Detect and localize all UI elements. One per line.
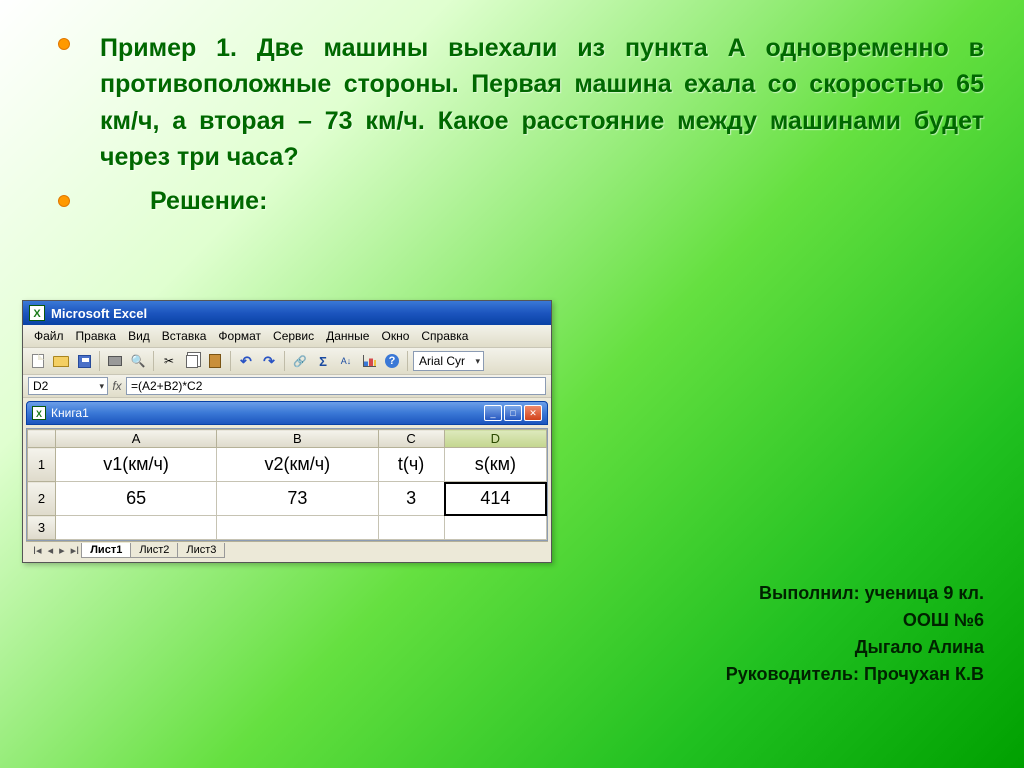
cell[interactable]: v2(км/ч) (217, 448, 378, 482)
save-button[interactable] (74, 351, 94, 371)
solution-label: Решение: (100, 187, 984, 216)
credit-line: Руководитель: Прочухан К.В (726, 661, 984, 688)
menu-data[interactable]: Данные (321, 327, 374, 345)
cell[interactable] (378, 516, 444, 540)
workbook-icon: X (32, 406, 46, 420)
menu-view[interactable]: Вид (123, 327, 155, 345)
open-icon (53, 356, 69, 367)
open-button[interactable] (51, 351, 71, 371)
credits-block: Выполнил: ученица 9 кл. ООШ №6 Дыгало Ал… (726, 580, 984, 688)
tab-nav-last[interactable]: ▸I (68, 544, 83, 557)
sheet-tab-3[interactable]: Лист3 (177, 543, 225, 558)
table-row: 1 v1(км/ч) v2(км/ч) t(ч) s(км) (28, 448, 547, 482)
cell[interactable]: 3 (378, 482, 444, 516)
bullet-icon (58, 38, 70, 50)
redo-button[interactable] (259, 351, 279, 371)
cell[interactable]: t(ч) (378, 448, 444, 482)
copy-icon (186, 355, 198, 368)
sort-button[interactable] (336, 351, 356, 371)
cell[interactable]: v1(км/ч) (56, 448, 217, 482)
help-button[interactable]: ? (382, 351, 402, 371)
cell[interactable] (56, 516, 217, 540)
sheet-tab-1[interactable]: Лист1 (81, 543, 131, 558)
problem-statement: Пример 1. Две машины выехали из пункта А… (100, 30, 984, 175)
undo-button[interactable] (236, 351, 256, 371)
menu-window[interactable]: Окно (376, 327, 414, 345)
credit-line: Выполнил: ученица 9 кл. (726, 580, 984, 607)
excel-icon: X (29, 305, 45, 321)
print-icon (108, 356, 122, 366)
tab-nav-first[interactable]: I◂ (30, 544, 45, 557)
menu-tools[interactable]: Сервис (268, 327, 319, 345)
save-icon (78, 355, 91, 368)
row-header-1[interactable]: 1 (28, 448, 56, 482)
menu-insert[interactable]: Вставка (157, 327, 212, 345)
menu-help[interactable]: Справка (416, 327, 473, 345)
cell[interactable] (217, 516, 378, 540)
copy-button[interactable] (182, 351, 202, 371)
preview-button[interactable] (128, 351, 148, 371)
paste-button[interactable] (205, 351, 225, 371)
col-header-B[interactable]: B (217, 430, 378, 448)
excel-window: X Microsoft Excel Файл Правка Вид Вставк… (22, 300, 552, 563)
formula-bar: D2 fx =(A2+B2)*C2 (23, 375, 551, 398)
fx-button[interactable]: fx (108, 379, 126, 393)
bullet-icon (58, 195, 70, 207)
hyperlink-button[interactable] (290, 351, 310, 371)
tab-nav-prev[interactable]: ◂ (45, 544, 57, 557)
tab-nav-next[interactable]: ▸ (56, 544, 68, 557)
chart-button[interactable] (359, 351, 379, 371)
print-button[interactable] (105, 351, 125, 371)
col-header-A[interactable]: A (56, 430, 217, 448)
app-titlebar[interactable]: X Microsoft Excel (23, 301, 551, 325)
menu-format[interactable]: Формат (213, 327, 266, 345)
cell[interactable]: 73 (217, 482, 378, 516)
sheet-tab-2[interactable]: Лист2 (130, 543, 178, 558)
autosum-button[interactable] (313, 351, 333, 371)
minimize-button[interactable]: _ (484, 405, 502, 421)
formula-input[interactable]: =(A2+B2)*C2 (126, 377, 546, 395)
row-header-3[interactable]: 3 (28, 516, 56, 540)
table-row: 2 65 73 3 414 (28, 482, 547, 516)
paste-icon (209, 354, 221, 368)
close-button[interactable]: ✕ (524, 405, 542, 421)
new-button[interactable] (28, 351, 48, 371)
menu-file[interactable]: Файл (29, 327, 69, 345)
font-selector[interactable]: Arial Cyr (413, 351, 484, 371)
cell[interactable] (444, 516, 546, 540)
name-box[interactable]: D2 (28, 377, 108, 395)
credit-line: Дыгало Алина (726, 634, 984, 661)
help-icon: ? (385, 354, 399, 368)
workbook-titlebar[interactable]: X Книга1 _ □ ✕ (26, 401, 548, 425)
table-row: 3 (28, 516, 547, 540)
col-header-C[interactable]: C (378, 430, 444, 448)
active-cell[interactable]: 414 (444, 482, 546, 516)
workbook-title: Книга1 (51, 406, 89, 420)
credit-line: ООШ №6 (726, 607, 984, 634)
col-header-D[interactable]: D (444, 430, 546, 448)
app-title: Microsoft Excel (51, 306, 147, 321)
cell[interactable]: s(км) (444, 448, 546, 482)
new-icon (32, 354, 44, 368)
menu-bar: Файл Правка Вид Вставка Формат Сервис Да… (23, 325, 551, 348)
select-all-corner[interactable] (28, 430, 56, 448)
row-header-2[interactable]: 2 (28, 482, 56, 516)
menu-edit[interactable]: Правка (71, 327, 122, 345)
spreadsheet-grid[interactable]: A B C D 1 v1(км/ч) v2(км/ч) t(ч) s(км) 2… (26, 428, 548, 541)
cut-button[interactable] (159, 351, 179, 371)
chart-icon (363, 355, 376, 367)
cell[interactable]: 65 (56, 482, 217, 516)
maximize-button[interactable]: □ (504, 405, 522, 421)
standard-toolbar: ? Arial Cyr (23, 348, 551, 375)
sheet-tabs: I◂ ◂ ▸ ▸I Лист1 Лист2 Лист3 (26, 541, 548, 559)
